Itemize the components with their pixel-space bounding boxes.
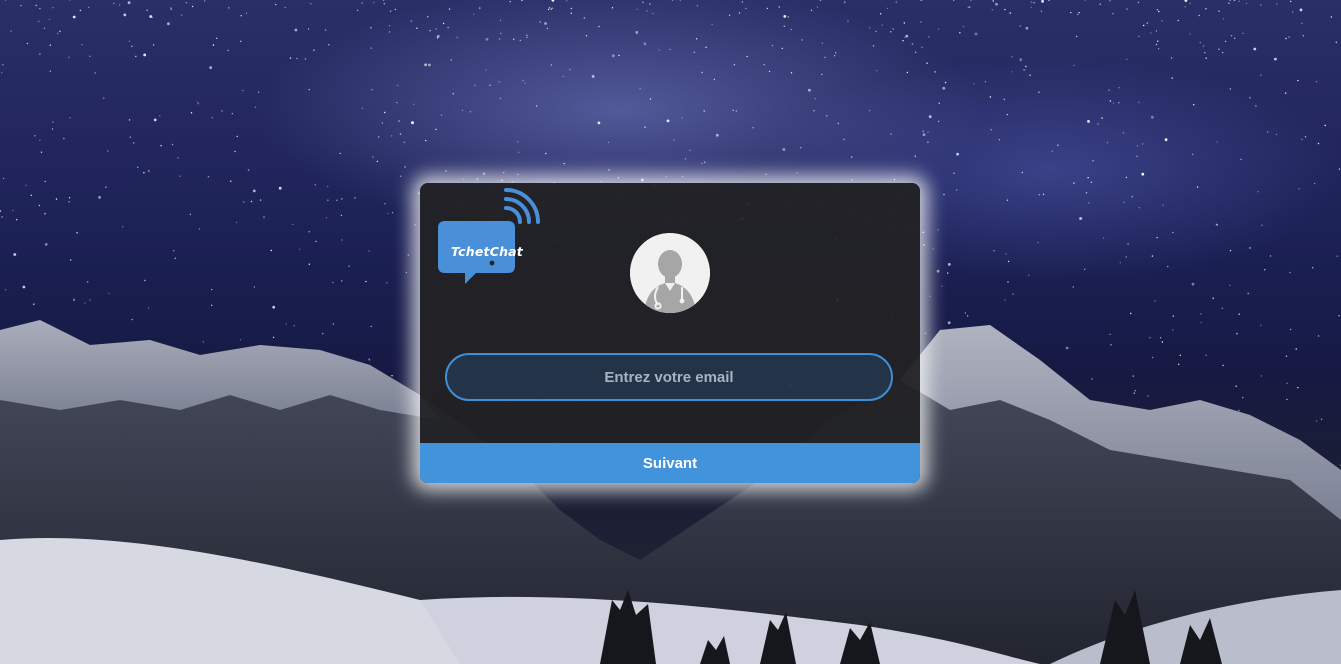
doctor-user-icon	[630, 233, 710, 313]
login-card: TchetChat Suivant	[420, 183, 920, 483]
user-avatar	[630, 233, 710, 313]
logo-text: TchetChat	[451, 244, 523, 259]
email-input[interactable]	[445, 353, 893, 401]
tchetchat-logo: TchetChat	[430, 188, 550, 288]
chat-bubble-signal-icon	[438, 188, 540, 284]
login-screen: TchetChat Suivant	[0, 0, 1341, 664]
next-button[interactable]: Suivant	[420, 443, 920, 483]
